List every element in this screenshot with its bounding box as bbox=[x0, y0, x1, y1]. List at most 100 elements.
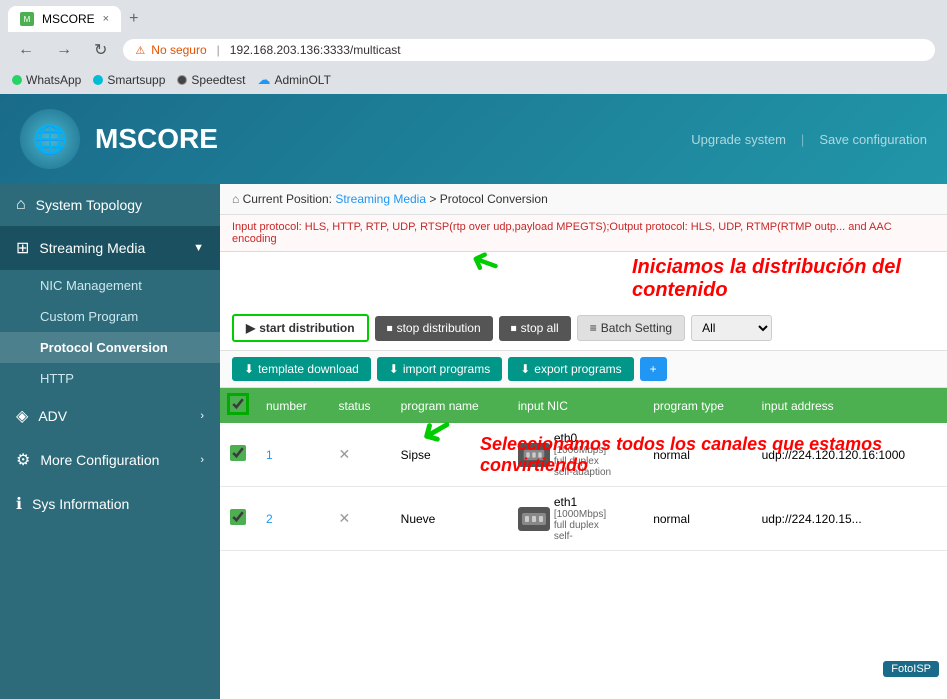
row2-nic-detail: [1000Mbps]full duplexself- bbox=[554, 509, 606, 542]
toolbar: ▶ start distribution ⏹ stop distribution… bbox=[220, 306, 947, 351]
adminolt-icon: ☁ bbox=[257, 72, 270, 88]
sidebar-sub-http-label: HTTP bbox=[40, 371, 74, 386]
batch-setting-button[interactable]: ≡ Batch Setting bbox=[577, 315, 685, 341]
save-configuration-link[interactable]: Save configuration bbox=[819, 132, 927, 147]
export-programs-label: export programs bbox=[534, 362, 621, 376]
browser-chrome: M MSCORE × + ← → ↻ ⚠ No seguro | 192.168… bbox=[0, 0, 947, 94]
adv-icon: ◈ bbox=[16, 406, 28, 426]
row1-program-type: normal bbox=[643, 423, 751, 487]
chevron-right-icon-more: › bbox=[200, 454, 204, 466]
download-icon-2: ⬇ bbox=[389, 362, 399, 376]
th-input-nic: input NIC bbox=[508, 388, 643, 423]
row2-number: 2 bbox=[256, 487, 329, 551]
breadcrumb-streaming[interactable]: Streaming Media bbox=[335, 192, 426, 206]
import-programs-label: import programs bbox=[403, 362, 490, 376]
stop-distribution-button[interactable]: ⏹ stop distribution bbox=[375, 316, 493, 341]
batch-label: Batch Setting bbox=[601, 321, 672, 335]
back-button[interactable]: ← bbox=[12, 39, 40, 61]
sidebar-sub-custom-label: Custom Program bbox=[40, 309, 138, 324]
row1-check-cell bbox=[220, 423, 256, 487]
programs-table: number status program name input NIC pro… bbox=[220, 388, 947, 551]
batch-select[interactable]: All Selected bbox=[691, 315, 772, 341]
forward-button[interactable]: → bbox=[50, 39, 78, 61]
sidebar-sub-protocol-conversion[interactable]: Protocol Conversion bbox=[0, 332, 220, 363]
template-download-button[interactable]: ⬇ template download bbox=[232, 357, 371, 381]
table-annotation-wrapper: number status program name input NIC pro… bbox=[220, 388, 947, 551]
export-programs-button[interactable]: ⬇ export programs bbox=[508, 357, 633, 381]
breadcrumb-page: Protocol Conversion bbox=[440, 192, 548, 206]
import-programs-button[interactable]: ⬇ import programs bbox=[377, 357, 502, 381]
row1-nic: eth0 [1000Mbps]full duplexself-adaption bbox=[508, 423, 643, 487]
sidebar-sub-http[interactable]: HTTP bbox=[0, 363, 220, 394]
sidebar-item-system-topology[interactable]: ⌂ System Topology bbox=[0, 184, 220, 226]
new-tab-button[interactable]: + bbox=[121, 6, 146, 32]
download-icon-3: ⬇ bbox=[520, 362, 530, 376]
start-distribution-button[interactable]: ▶ start distribution bbox=[232, 314, 369, 342]
bookmark-smartsupp-label: Smartsupp bbox=[107, 73, 165, 87]
stop-all-button[interactable]: ⏹ stop all bbox=[499, 316, 571, 341]
whatsapp-icon bbox=[12, 75, 22, 85]
row1-input-address: udp://224.120.120.16:1000 bbox=[752, 423, 947, 487]
bookmark-whatsapp[interactable]: WhatsApp bbox=[12, 73, 81, 87]
app-logo: 🌐 bbox=[20, 109, 80, 169]
info-text: Input protocol: HLS, HTTP, RTP, UDP, RTS… bbox=[232, 221, 892, 245]
address-input[interactable]: ⚠ No seguro | 192.168.203.136:3333/multi… bbox=[123, 39, 935, 61]
breadcrumb-prefix: Current Position: bbox=[243, 192, 336, 206]
sidebar: ⌂ System Topology ⊞ Streaming Media ▼ NI… bbox=[0, 184, 220, 699]
annotation-top-text: Iniciamos la distribución del contenido bbox=[632, 256, 901, 301]
sidebar-sub-nic-management[interactable]: NIC Management bbox=[0, 270, 220, 301]
th-program-name: program name bbox=[391, 388, 508, 423]
row2-number-link[interactable]: 2 bbox=[266, 512, 273, 526]
bookmark-speedtest[interactable]: Speedtest bbox=[177, 73, 245, 87]
speedtest-icon bbox=[177, 75, 187, 85]
download-icon-1: ⬇ bbox=[244, 362, 254, 376]
add-button[interactable]: + bbox=[640, 357, 667, 381]
select-all-checkbox[interactable] bbox=[230, 396, 246, 412]
row1-status: ✕ bbox=[329, 423, 391, 487]
th-input-address: input address bbox=[752, 388, 947, 423]
home-icon: ⌂ bbox=[16, 196, 26, 214]
row2-checkbox[interactable] bbox=[230, 509, 246, 525]
info-icon: ℹ bbox=[16, 494, 22, 514]
bookmark-adminolt-label: AdminOLT bbox=[274, 73, 330, 87]
sidebar-item-sys-information[interactable]: ℹ Sys Information bbox=[0, 482, 220, 526]
sidebar-label-sys-information: Sys Information bbox=[32, 496, 129, 512]
sidebar-sub-protocol-label: Protocol Conversion bbox=[40, 340, 168, 355]
table-row: 1 ✕ Sipse eth0 [1000Mb bbox=[220, 423, 947, 487]
bookmark-smartsupp[interactable]: Smartsupp bbox=[93, 73, 165, 87]
row1-number-link[interactable]: 1 bbox=[266, 448, 273, 462]
row2-input-address: udp://224.120.15... bbox=[752, 487, 947, 551]
gear-icon: ⚙ bbox=[16, 450, 30, 470]
sidebar-item-adv[interactable]: ◈ ADV › bbox=[0, 394, 220, 438]
header-actions: Upgrade system | Save configuration bbox=[691, 132, 927, 147]
tab-close-btn[interactable]: × bbox=[103, 13, 109, 25]
nic-icon-2 bbox=[518, 507, 550, 531]
security-label: No seguro bbox=[151, 43, 206, 57]
stop-label: stop distribution bbox=[397, 321, 481, 335]
row2-nic: eth1 [1000Mbps]full duplexself- bbox=[508, 487, 643, 551]
watermark: FotoISP bbox=[883, 661, 939, 677]
sidebar-label-adv: ADV bbox=[38, 408, 67, 424]
sidebar-label-more-config: More Configuration bbox=[40, 452, 159, 468]
upgrade-system-link[interactable]: Upgrade system bbox=[691, 132, 786, 147]
row1-program-name: Sipse bbox=[391, 423, 508, 487]
row2-status: ✕ bbox=[329, 487, 391, 551]
sidebar-item-more-config[interactable]: ⚙ More Configuration › bbox=[0, 438, 220, 482]
bookmark-adminolt[interactable]: ☁ AdminOLT bbox=[257, 72, 330, 88]
sidebar-sub-custom-program[interactable]: Custom Program bbox=[0, 301, 220, 332]
tab-bar: M MSCORE × + bbox=[0, 0, 947, 32]
tab-title: MSCORE bbox=[42, 12, 95, 26]
info-bar: Input protocol: HLS, HTTP, RTP, UDP, RTS… bbox=[220, 215, 947, 252]
row1-checkbox[interactable] bbox=[230, 445, 246, 461]
reload-button[interactable]: ↻ bbox=[88, 38, 113, 62]
sidebar-item-streaming-media[interactable]: ⊞ Streaming Media ▼ bbox=[0, 226, 220, 270]
breadcrumb-arrow: > bbox=[429, 192, 439, 206]
nic-icon-1 bbox=[518, 443, 550, 467]
row1-number: 1 bbox=[256, 423, 329, 487]
th-checkbox bbox=[220, 388, 256, 423]
sidebar-sub-nic-label: NIC Management bbox=[40, 278, 142, 293]
sidebar-label-streaming-media: Streaming Media bbox=[39, 240, 145, 256]
row2-program-type: normal bbox=[643, 487, 751, 551]
active-tab[interactable]: M MSCORE × bbox=[8, 6, 121, 32]
start-label: start distribution bbox=[259, 321, 354, 335]
